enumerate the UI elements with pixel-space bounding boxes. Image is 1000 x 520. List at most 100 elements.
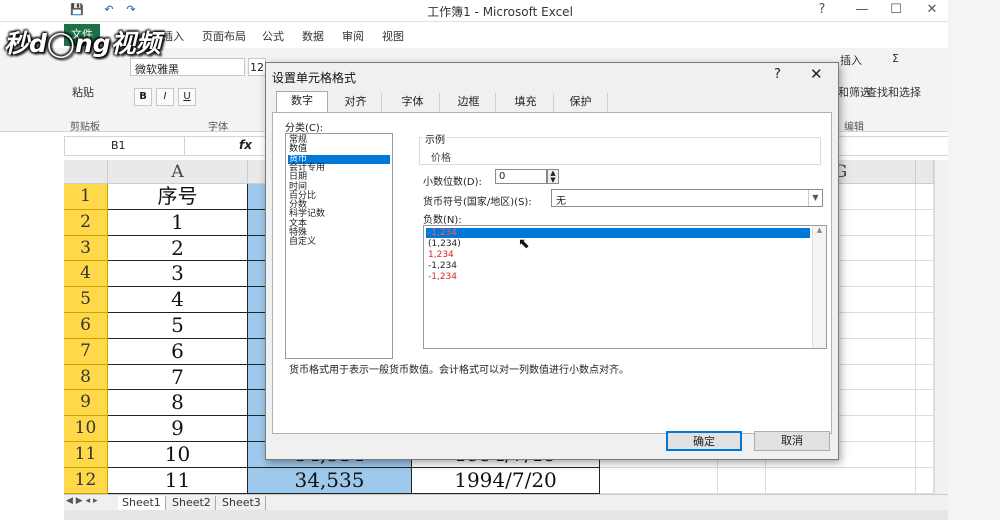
- grid-cell[interactable]: 6: [108, 338, 248, 365]
- category-item[interactable]: 自定义: [288, 238, 390, 247]
- dialog-tab-number[interactable]: 数字: [276, 91, 328, 113]
- grid-cell[interactable]: 3: [108, 261, 248, 288]
- dialog-tab-font[interactable]: 字体: [386, 93, 440, 112]
- grid-cell[interactable]: [916, 235, 934, 262]
- font-size-select[interactable]: 12: [248, 58, 266, 76]
- category-item[interactable]: 日期: [288, 173, 390, 182]
- name-box[interactable]: B1: [65, 137, 185, 155]
- grid-cell[interactable]: [916, 442, 934, 468]
- grid-cell[interactable]: [916, 364, 934, 391]
- grid-cell[interactable]: [916, 467, 934, 494]
- negative-format-item[interactable]: -1,234: [426, 228, 810, 238]
- grid-cell[interactable]: [600, 467, 718, 494]
- category-list[interactable]: 常规 数值 货币 会计专用 日期 时间 百分比 分数 科学记数 文本 特殊 自定义: [285, 133, 393, 359]
- decimal-spinner-icon[interactable]: ▲ ▼: [547, 169, 559, 184]
- negative-format-item[interactable]: 1,234: [426, 250, 810, 260]
- grid-cell[interactable]: 1: [108, 209, 248, 236]
- grid-cell[interactable]: [916, 313, 934, 339]
- help-icon[interactable]: ?: [802, 0, 842, 20]
- category-item[interactable]: 数值: [288, 145, 390, 154]
- tab-page-layout[interactable]: 页面布局: [202, 28, 246, 44]
- dialog-tab-border[interactable]: 边框: [442, 93, 496, 112]
- negative-format-item[interactable]: -1,234: [426, 261, 810, 271]
- row-header[interactable]: 3: [64, 235, 108, 262]
- underline-button[interactable]: U: [178, 88, 196, 106]
- grid-cell[interactable]: [766, 467, 916, 494]
- redo-icon[interactable]: ↷: [124, 3, 138, 17]
- row-header[interactable]: 5: [64, 287, 108, 313]
- chevron-down-icon[interactable]: ▼: [808, 190, 822, 206]
- autosum-button[interactable]: Σ: [892, 52, 899, 65]
- row-header[interactable]: 6: [64, 313, 108, 339]
- sheet-nav-arrows[interactable]: ◀ ▶ ◂ ▸: [66, 496, 97, 506]
- dialog-tab-protection[interactable]: 保护: [554, 93, 608, 112]
- dialog-close-icon[interactable]: ✕: [810, 65, 823, 83]
- cancel-button[interactable]: 取消: [754, 431, 830, 451]
- grid-cell[interactable]: 11: [108, 467, 248, 494]
- decimal-places-input[interactable]: 0: [495, 169, 547, 184]
- tab-insert[interactable]: 插入: [162, 28, 184, 44]
- row-header[interactable]: 7: [64, 338, 108, 365]
- insert-cells-button[interactable]: 插入: [840, 52, 862, 68]
- grid-cell[interactable]: 4: [108, 287, 248, 313]
- row-header[interactable]: 12: [64, 467, 108, 494]
- font-name-select[interactable]: 微软雅黑: [130, 58, 245, 76]
- row-header[interactable]: 10: [64, 416, 108, 442]
- negative-numbers-list[interactable]: ▲ -1,234 (1,234) 1,234 -1,234 -1,234: [423, 225, 827, 349]
- grid-cell[interactable]: 10: [108, 442, 248, 468]
- tab-data[interactable]: 数据: [302, 28, 324, 44]
- grid-cell[interactable]: 7: [108, 364, 248, 391]
- grid-cell[interactable]: [916, 390, 934, 417]
- sheet-tab-sheet1[interactable]: Sheet1: [118, 496, 166, 510]
- insert-function-icon[interactable]: fx: [239, 138, 252, 152]
- column-header-h[interactable]: [916, 160, 934, 184]
- bold-button[interactable]: B: [134, 88, 152, 106]
- watermark-logo: 秒d◯ng视频: [4, 29, 161, 58]
- grid-cell[interactable]: 2: [108, 235, 248, 262]
- negative-list-scrollbar[interactable]: ▲: [812, 226, 826, 348]
- row-header[interactable]: 8: [64, 364, 108, 391]
- find-select-button[interactable]: 查找和选择: [866, 84, 921, 100]
- vertical-scrollbar[interactable]: [934, 160, 948, 494]
- grid-cell[interactable]: [916, 209, 934, 236]
- tab-review[interactable]: 审阅: [342, 28, 364, 44]
- ok-button[interactable]: 确定: [666, 431, 742, 451]
- row-header[interactable]: 4: [64, 261, 108, 288]
- tab-view[interactable]: 视图: [382, 28, 404, 44]
- sheet-tab-sheet3[interactable]: Sheet3: [218, 496, 266, 510]
- grid-cell[interactable]: 9: [108, 416, 248, 442]
- grid-cell[interactable]: 34,535: [248, 467, 412, 494]
- negative-format-item[interactable]: (1,234): [426, 239, 810, 249]
- grid-cell[interactable]: [916, 184, 934, 210]
- row-header[interactable]: 9: [64, 390, 108, 417]
- dialog-tab-fill[interactable]: 填充: [498, 93, 554, 112]
- save-icon[interactable]: 💾: [70, 3, 84, 17]
- currency-symbol-select[interactable]: 无 ▼: [551, 189, 823, 207]
- currency-symbol-label: 货币符号(国家/地区)(S):: [423, 197, 532, 208]
- grid-cell[interactable]: 序号: [108, 184, 248, 210]
- dialog-tab-alignment[interactable]: 对齐: [330, 93, 382, 112]
- tab-formulas[interactable]: 公式: [262, 28, 284, 44]
- sheet-tab-sheet2[interactable]: Sheet2: [168, 496, 216, 510]
- paste-button[interactable]: 粘贴: [72, 84, 94, 100]
- decimal-places-label: 小数位数(D):: [423, 177, 482, 188]
- grid-cell[interactable]: [718, 467, 766, 494]
- column-header-a[interactable]: A: [108, 160, 248, 184]
- grid-cell[interactable]: [916, 261, 934, 288]
- dialog-help-icon[interactable]: ?: [774, 67, 781, 82]
- grid-cell[interactable]: [916, 338, 934, 365]
- grid-cell[interactable]: 1994/7/20: [412, 467, 600, 494]
- maximize-button[interactable]: ☐: [876, 0, 916, 20]
- italic-button[interactable]: I: [156, 88, 174, 106]
- row-header[interactable]: 11: [64, 442, 108, 468]
- grid-cell[interactable]: [916, 416, 934, 442]
- row-header[interactable]: 2: [64, 209, 108, 236]
- negative-format-item[interactable]: -1,234: [426, 272, 810, 282]
- close-button[interactable]: ✕: [912, 0, 952, 20]
- grid-cell[interactable]: [916, 287, 934, 313]
- grid-cell[interactable]: 5: [108, 313, 248, 339]
- select-all-corner[interactable]: [64, 160, 108, 184]
- grid-cell[interactable]: 8: [108, 390, 248, 417]
- row-header[interactable]: 1: [64, 184, 108, 210]
- undo-icon[interactable]: ↶: [102, 3, 116, 17]
